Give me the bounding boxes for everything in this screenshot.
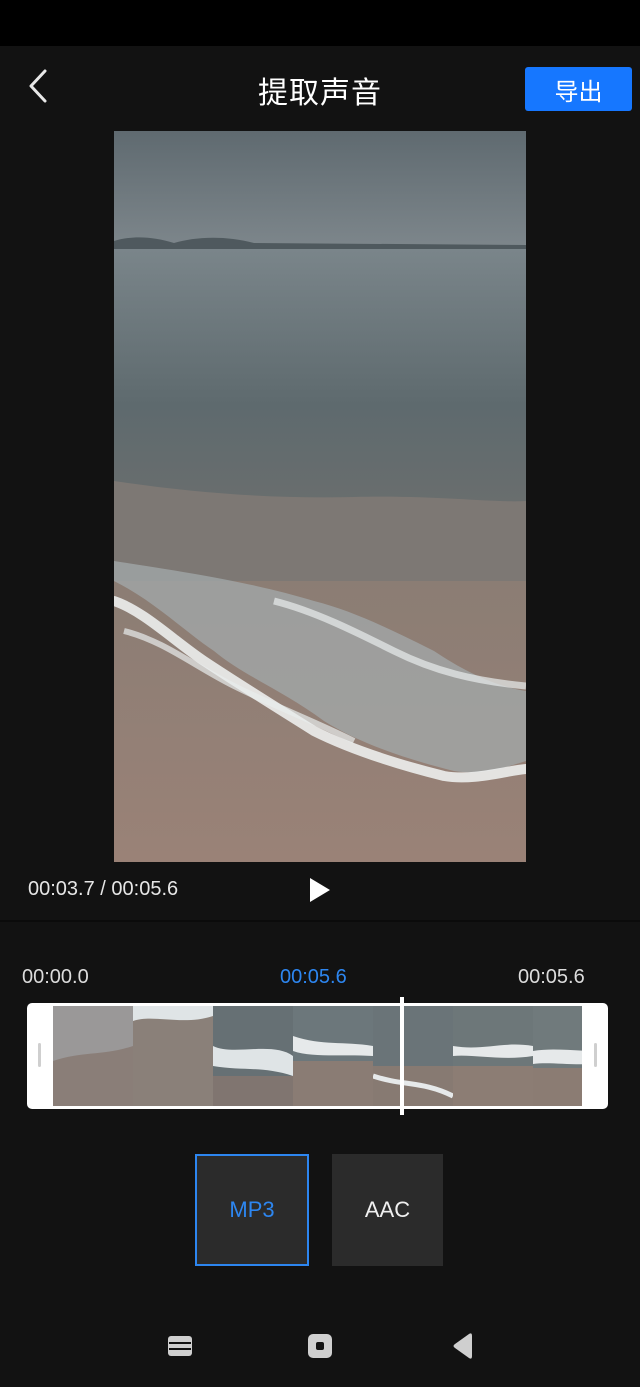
home-icon <box>306 1332 334 1364</box>
trim-handle-right[interactable] <box>594 1043 597 1067</box>
thumbnail-frame <box>53 1006 133 1106</box>
play-icon <box>308 876 332 908</box>
play-button[interactable] <box>300 870 340 914</box>
format-mp3-button[interactable]: MP3 <box>195 1154 309 1266</box>
nav-back-button[interactable] <box>446 1333 476 1363</box>
thumbnail-frame <box>453 1006 533 1106</box>
status-bar <box>0 0 640 46</box>
thumbnail-strip <box>53 1006 582 1106</box>
nav-recent-apps-button[interactable] <box>165 1333 195 1363</box>
top-bar: 提取声音 导出 <box>0 46 640 130</box>
thumbnail-frame <box>133 1006 213 1106</box>
section-divider <box>0 920 640 922</box>
trim-handle-left[interactable] <box>38 1043 41 1067</box>
thumbnail-frame <box>373 1006 453 1106</box>
playhead[interactable] <box>400 997 404 1115</box>
timeline-start-time: 00:00.0 <box>22 966 89 988</box>
nav-home-button[interactable] <box>305 1333 335 1363</box>
nav-back-icon <box>449 1332 473 1364</box>
thumbnail-frame <box>293 1006 373 1106</box>
thumbnail-frame <box>533 1006 582 1106</box>
recent-apps-icon <box>166 1334 194 1362</box>
timeline-end-time: 00:05.6 <box>518 966 585 988</box>
format-aac-button[interactable]: AAC <box>332 1154 443 1266</box>
export-button[interactable]: 导出 <box>525 67 632 111</box>
playback-time: 00:03.7 / 00:05.6 <box>28 878 179 900</box>
timeline-current-time: 00:05.6 <box>280 966 347 988</box>
thumbnail-frame <box>213 1006 293 1106</box>
timeline-track[interactable] <box>27 1003 608 1109</box>
video-preview[interactable] <box>114 131 526 862</box>
